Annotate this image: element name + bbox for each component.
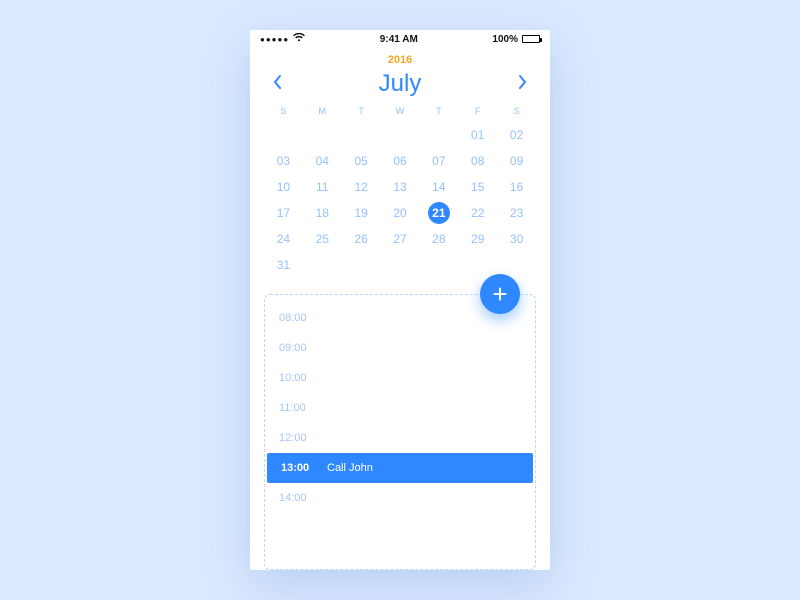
calendar-day[interactable]: 29 [458, 226, 497, 252]
add-event-button[interactable]: + [480, 274, 520, 314]
calendar-day[interactable]: 04 [303, 148, 342, 174]
calendar-day[interactable]: 15 [458, 174, 497, 200]
calendar-day[interactable]: 22 [458, 200, 497, 226]
calendar-day [342, 252, 381, 278]
weekday-label: S [497, 104, 536, 118]
weekday-header: SMTWTFS [250, 104, 550, 118]
weekday-label: F [458, 104, 497, 118]
status-bar: ●●●●● 9:41 AM 100% [250, 30, 550, 48]
calendar-row: 03040506070809 [250, 148, 550, 174]
slot-time: 12:00 [279, 432, 325, 444]
weekday-label: T [342, 104, 381, 118]
calendar-day [458, 252, 497, 278]
calendar-row: 17181920 21 2223 [250, 200, 550, 226]
wifi-icon [293, 33, 305, 45]
time-slot[interactable]: 12:00 [265, 423, 535, 453]
calendar-day[interactable]: 28 [419, 226, 458, 252]
calendar-day [381, 252, 420, 278]
status-right: 100% [492, 34, 540, 45]
weekday-label: M [303, 104, 342, 118]
calendar-day[interactable]: 20 [381, 200, 420, 226]
calendar-day[interactable]: 11 [303, 174, 342, 200]
weekday-label: W [381, 104, 420, 118]
calendar-day[interactable]: 01 [458, 122, 497, 148]
calendar-day[interactable]: 31 [264, 252, 303, 278]
battery-percent: 100% [492, 34, 518, 45]
month-label[interactable]: July [379, 70, 422, 98]
time-slot[interactable]: 09:00 [265, 333, 535, 363]
calendar-day[interactable]: 24 [264, 226, 303, 252]
calendar-day[interactable]: 10 [264, 174, 303, 200]
weekday-label: S [264, 104, 303, 118]
calendar-grid: 0102030405060708091011121314151617181920… [250, 122, 550, 278]
calendar-day[interactable]: 12 [342, 174, 381, 200]
next-month-button[interactable] [518, 74, 528, 95]
calendar-day[interactable]: 14 [419, 174, 458, 200]
calendar-day[interactable]: 30 [497, 226, 536, 252]
calendar-day[interactable]: 16 [497, 174, 536, 200]
calendar-day [419, 252, 458, 278]
status-left: ●●●●● [260, 33, 305, 45]
calendar-day[interactable]: 27 [381, 226, 420, 252]
schedule-section: + 08:0009:0010:0011:0012:0013:00Call Joh… [250, 278, 550, 570]
calendar-row: 10111213141516 [250, 174, 550, 200]
calendar-day[interactable]: 09 [497, 148, 536, 174]
prev-month-button[interactable] [272, 74, 282, 95]
battery-icon [522, 35, 540, 43]
calendar-day [303, 252, 342, 278]
calendar-day[interactable]: 13 [381, 174, 420, 200]
calendar-day[interactable]: 08 [458, 148, 497, 174]
time-slot[interactable]: 14:00 [265, 483, 535, 513]
calendar-day[interactable]: 17 [264, 200, 303, 226]
chevron-right-icon [518, 74, 528, 90]
slot-time: 11:00 [279, 402, 325, 414]
calendar-day [381, 122, 420, 148]
slot-time: 14:00 [279, 492, 325, 504]
slot-time: 13:00 [281, 462, 327, 474]
calendar-row: 0102 [250, 122, 550, 148]
calendar-day[interactable]: 07 [419, 148, 458, 174]
chevron-left-icon [272, 74, 282, 90]
calendar-day[interactable]: 26 [342, 226, 381, 252]
event-label: Call John [327, 462, 373, 474]
phone-frame: ●●●●● 9:41 AM 100% 2016 July SMTWTFS 010… [250, 30, 550, 570]
event-row[interactable]: 13:00Call John [267, 453, 533, 483]
time-slot[interactable]: 10:00 [265, 363, 535, 393]
status-time: 9:41 AM [380, 34, 418, 45]
calendar-day [419, 122, 458, 148]
calendar-day[interactable]: 21 [419, 200, 458, 226]
slot-time: 10:00 [279, 372, 325, 384]
time-slot[interactable]: 11:00 [265, 393, 535, 423]
schedule-card: 08:0009:0010:0011:0012:0013:00Call John1… [264, 294, 536, 570]
slot-time: 09:00 [279, 342, 325, 354]
calendar-day [303, 122, 342, 148]
calendar-row: 24252627282930 [250, 226, 550, 252]
calendar-day[interactable]: 23 [497, 200, 536, 226]
signal-dots-icon: ●●●●● [260, 35, 289, 44]
weekday-label: T [419, 104, 458, 118]
month-nav: July [250, 66, 550, 104]
calendar-day [342, 122, 381, 148]
calendar-day[interactable]: 25 [303, 226, 342, 252]
calendar-day[interactable]: 18 [303, 200, 342, 226]
calendar-day[interactable]: 19 [342, 200, 381, 226]
calendar-day[interactable]: 05 [342, 148, 381, 174]
calendar-day [264, 122, 303, 148]
calendar-day[interactable]: 06 [381, 148, 420, 174]
selected-day-marker: 21 [428, 202, 450, 224]
calendar-day[interactable]: 03 [264, 148, 303, 174]
slot-time: 08:00 [279, 312, 325, 324]
year-label: 2016 [250, 54, 550, 66]
calendar-day[interactable]: 02 [497, 122, 536, 148]
